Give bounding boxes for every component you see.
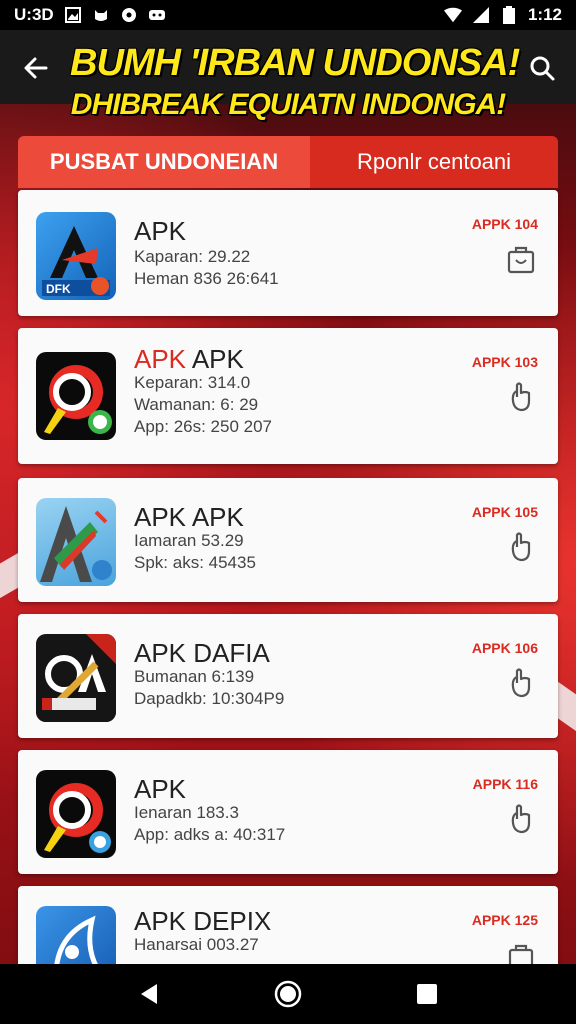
version-badge: APPK 104 bbox=[471, 216, 538, 232]
apk-oa-gold-icon bbox=[36, 634, 116, 722]
app-name-text: APK DAFIA bbox=[134, 638, 270, 668]
app-meta-line: Kaparan: 29.22 bbox=[134, 247, 251, 266]
app-meta-line: Iamaran 53.29 bbox=[134, 531, 244, 550]
status-time-right: 1:12 bbox=[527, 5, 562, 24]
list-item[interactable]: APK Ienaran 183.3 App: adks a: 40:317 AP… bbox=[18, 750, 558, 874]
nav-home-icon bbox=[274, 980, 302, 1008]
svg-text:DFK: DFK bbox=[46, 282, 71, 296]
download-button[interactable] bbox=[506, 530, 536, 564]
message-icon bbox=[148, 6, 166, 24]
app-name-text: APK DEPIX bbox=[134, 906, 272, 936]
app-name-accent: APK bbox=[134, 344, 187, 374]
wifi-icon bbox=[443, 6, 462, 24]
version-badge: APPK 125 bbox=[471, 912, 538, 928]
app-meta-line: Hanarsai 003.27 bbox=[134, 935, 259, 954]
hand-icon bbox=[511, 532, 531, 562]
app-meta-line: Dapadkb: 10:304P9 bbox=[134, 689, 285, 708]
nav-home-button[interactable] bbox=[264, 970, 312, 1018]
tab-bar: PUSBAT UNDONEIAN Rponlr centoani bbox=[18, 136, 558, 188]
app-name-text: APK APK bbox=[134, 502, 244, 532]
status-bar: U:3D 1:12 bbox=[0, 0, 576, 30]
app-meta-line: Spk: aks: 45435 bbox=[134, 553, 256, 572]
app-meta-line: App: adks a: 40:317 bbox=[134, 825, 286, 844]
app-name: APK APK bbox=[134, 344, 244, 375]
app-name: APK bbox=[134, 774, 186, 805]
download-button[interactable] bbox=[506, 242, 536, 276]
list-item[interactable]: APK DEPIX Hanarsai 003.27 APPK 125 bbox=[18, 886, 558, 994]
status-time-left: U:3D bbox=[14, 5, 54, 24]
search-icon bbox=[530, 56, 555, 81]
tab-pusbat[interactable]: PUSBAT UNDONEIAN bbox=[18, 136, 310, 188]
page-title-line2: DHIBREAK EQUIATN INDONGA! bbox=[70, 88, 506, 121]
list-item[interactable]: APK APK Keparan: 314.0 Wamanan: 6: 29 Ap… bbox=[18, 328, 558, 464]
app-meta-line: Ienaran 183.3 bbox=[134, 803, 239, 822]
app-meta-line: App: 26s: 250 207 bbox=[134, 417, 273, 436]
app-name: APK APK bbox=[134, 502, 244, 533]
circle-icon bbox=[120, 6, 138, 24]
tab-rponlr[interactable]: Rponlr centoani bbox=[310, 136, 558, 188]
signal-icon bbox=[472, 6, 490, 24]
nav-back-button[interactable] bbox=[125, 970, 173, 1018]
cat-icon bbox=[92, 6, 110, 24]
apk-red-swirl-icon bbox=[36, 770, 116, 858]
app-name-text: APK bbox=[134, 216, 187, 246]
back-button[interactable] bbox=[16, 48, 56, 88]
gallery-icon bbox=[64, 6, 82, 24]
download-button[interactable] bbox=[506, 666, 536, 700]
apk-a-flag-icon bbox=[36, 498, 116, 586]
bag-icon bbox=[507, 246, 535, 274]
download-button[interactable] bbox=[506, 380, 536, 414]
page-title-line1: BUMH 'IRBAN UNDONSA! bbox=[70, 42, 520, 84]
battery-icon bbox=[500, 6, 518, 24]
list-item[interactable]: APK APK Iamaran 53.29 Spk: aks: 45435 AP… bbox=[18, 478, 558, 602]
app-meta-line: Bumanan 6:139 bbox=[134, 667, 255, 686]
apk-a-blue-icon: DFK bbox=[36, 212, 116, 300]
version-badge: APPK 116 bbox=[472, 776, 538, 792]
app-meta-line: Keparan: 314.0 bbox=[134, 373, 251, 392]
app-name-text: APK bbox=[186, 344, 244, 374]
version-badge: APPK 103 bbox=[471, 354, 538, 370]
app-name: APK bbox=[134, 216, 186, 247]
app-name: APK DEPIX bbox=[134, 906, 271, 937]
app-name-text: APK bbox=[134, 774, 187, 804]
version-badge: APPK 106 bbox=[471, 640, 538, 656]
hand-icon bbox=[511, 668, 531, 698]
version-badge: APPK 105 bbox=[471, 504, 538, 520]
app-meta-line: Heman 836 26:641 bbox=[134, 269, 279, 288]
list-item[interactable]: DFK APK Kaparan: 29.22 Heman 836 26:641 … bbox=[18, 190, 558, 316]
nav-recents-icon bbox=[416, 984, 437, 1004]
nav-back-icon bbox=[141, 984, 158, 1004]
list-item[interactable]: APK DAFIA Bumanan 6:139 Dapadkb: 10:304P… bbox=[18, 614, 558, 738]
apk-red-swirl-icon bbox=[36, 352, 116, 440]
nav-recents-button[interactable] bbox=[403, 970, 451, 1018]
app-meta-line: Wamanan: 6: 29 bbox=[134, 395, 259, 414]
system-nav-bar bbox=[0, 964, 576, 1024]
hand-icon bbox=[511, 382, 531, 412]
app-name: APK DAFIA bbox=[134, 638, 270, 669]
arrow-left-icon bbox=[24, 57, 48, 79]
search-button[interactable] bbox=[522, 48, 562, 88]
download-button[interactable] bbox=[506, 802, 536, 836]
hand-icon bbox=[511, 804, 531, 834]
